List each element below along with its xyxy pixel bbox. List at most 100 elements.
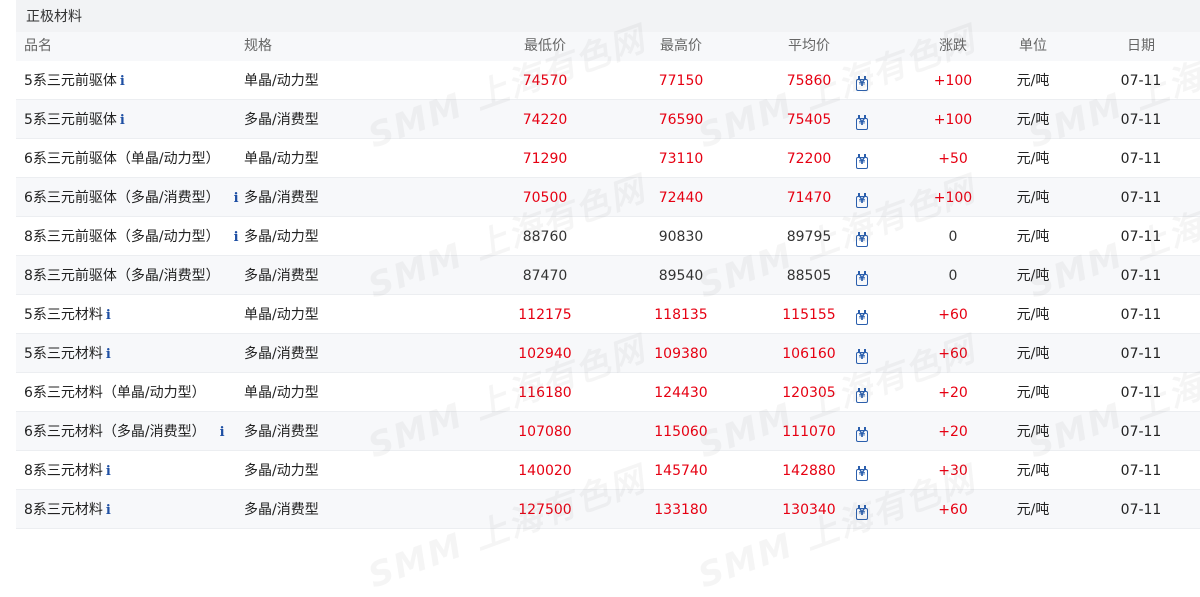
product-name-text[interactable]: 8系三元材料: [24, 502, 103, 518]
high-price: 89540: [658, 268, 704, 284]
date: 07-11: [1120, 112, 1162, 128]
avg-price: 106160: [782, 346, 836, 362]
calendar-price-icon[interactable]: ¥: [852, 412, 872, 450]
product-name[interactable]: 5系三元前驱体 i: [24, 61, 125, 99]
info-icon[interactable]: i: [220, 425, 225, 440]
low-price: 71290: [522, 151, 568, 167]
product-name[interactable]: 6系三元材料（多晶/消费型） i: [24, 412, 225, 450]
low-price: 127500: [518, 502, 572, 518]
calendar-icon[interactable]: ¥: [856, 154, 868, 169]
info-icon[interactable]: i: [234, 191, 239, 206]
product-name[interactable]: 6系三元前驱体（多晶/消费型） i: [24, 178, 239, 216]
product-name-text[interactable]: 8系三元前驱体（多晶/动力型）: [24, 229, 220, 245]
high-price: 109380: [654, 346, 708, 362]
product-name-text[interactable]: 6系三元前驱体（多晶/消费型）: [24, 190, 220, 206]
product-name[interactable]: 6系三元前驱体（单晶/动力型）: [24, 139, 220, 177]
calendar-price-icon[interactable]: ¥: [852, 217, 872, 255]
product-name[interactable]: 8系三元材料 i: [24, 451, 111, 489]
table-row[interactable]: 5系三元材料 i 单晶/动力型 112175 118135 115155 ¥ +60 元/吨 07…: [16, 295, 1200, 334]
calendar-icon[interactable]: ¥: [856, 427, 868, 442]
table-row[interactable]: 8系三元材料 i 多晶/消费型 127500 133180 130340 ¥ +60 元/吨 07…: [16, 490, 1200, 529]
avg-price: 111070: [782, 424, 836, 440]
table-row[interactable]: 5系三元前驱体 i 单晶/动力型 74570 77150 75860 ¥ +100 元/吨 07-…: [16, 61, 1200, 100]
product-name-text[interactable]: 6系三元材料（多晶/消费型）: [24, 424, 206, 440]
col-header-name: 品名: [24, 38, 52, 54]
high-price: 73110: [658, 151, 704, 167]
product-name[interactable]: 8系三元材料 i: [24, 490, 111, 528]
product-name[interactable]: 6系三元材料（单晶/动力型）: [24, 373, 206, 411]
product-name-text[interactable]: 5系三元前驱体: [24, 112, 117, 128]
calendar-icon[interactable]: ¥: [856, 232, 868, 247]
calendar-icon[interactable]: ¥: [856, 466, 868, 481]
table-row[interactable]: 5系三元前驱体 i 多晶/消费型 74220 76590 75405 ¥ +100 元/吨 07-…: [16, 100, 1200, 139]
calendar-price-icon[interactable]: ¥: [852, 451, 872, 489]
table-row[interactable]: 8系三元材料 i 多晶/动力型 140020 145740 142880 ¥ +30 元/吨 07…: [16, 451, 1200, 490]
col-header-high: 最高价: [660, 38, 702, 54]
unit: 元/吨: [1016, 346, 1050, 362]
calendar-icon[interactable]: ¥: [856, 115, 868, 130]
high-price: 72440: [658, 190, 704, 206]
calendar-icon[interactable]: ¥: [856, 271, 868, 286]
table-row[interactable]: 6系三元材料（多晶/消费型） i 多晶/消费型 107080 115060 111070 ¥…: [16, 412, 1200, 451]
calendar-price-icon[interactable]: ¥: [852, 256, 872, 294]
table-row[interactable]: 8系三元前驱体（多晶/动力型） i 多晶/动力型 88760 90830 89795 ¥0 元…: [16, 217, 1200, 256]
date: 07-11: [1120, 73, 1162, 89]
spec: 多晶/动力型: [244, 463, 319, 479]
spec: 多晶/消费型: [244, 112, 319, 128]
date: 07-11: [1120, 307, 1162, 323]
product-name-text[interactable]: 5系三元材料: [24, 307, 103, 323]
info-icon[interactable]: i: [120, 113, 125, 128]
info-icon[interactable]: i: [106, 464, 111, 479]
calendar-icon[interactable]: ¥: [856, 349, 868, 364]
unit: 元/吨: [1016, 307, 1050, 323]
low-price: 70500: [522, 190, 568, 206]
product-name[interactable]: 8系三元前驱体（多晶/动力型） i: [24, 217, 239, 255]
avg-price: 75860: [786, 73, 832, 89]
calendar-price-icon[interactable]: ¥: [852, 334, 872, 372]
calendar-price-icon[interactable]: ¥: [852, 139, 872, 177]
calendar-price-icon[interactable]: ¥: [852, 295, 872, 333]
table-row[interactable]: 5系三元材料 i 多晶/消费型 102940 109380 106160 ¥ +60 元/吨 07…: [16, 334, 1200, 373]
info-icon[interactable]: i: [106, 347, 111, 362]
table-row[interactable]: 6系三元前驱体（多晶/消费型） i 多晶/消费型 70500 72440 71470 ¥ +1…: [16, 178, 1200, 217]
low-price: 87470: [522, 268, 568, 284]
calendar-icon[interactable]: ¥: [856, 505, 868, 520]
product-name[interactable]: 5系三元前驱体 i: [24, 100, 125, 138]
spec: 单晶/动力型: [244, 307, 319, 323]
low-price: 74220: [522, 112, 568, 128]
calendar-icon[interactable]: ¥: [856, 193, 868, 208]
product-name-text[interactable]: 8系三元材料: [24, 463, 103, 479]
product-name-text[interactable]: 5系三元前驱体: [24, 73, 117, 89]
calendar-price-icon[interactable]: ¥: [852, 490, 872, 528]
product-name[interactable]: 8系三元前驱体（多晶/消费型）: [24, 256, 220, 294]
unit: 元/吨: [1016, 112, 1050, 128]
calendar-icon[interactable]: ¥: [856, 310, 868, 325]
info-icon[interactable]: i: [106, 503, 111, 518]
product-name-text[interactable]: 6系三元材料（单晶/动力型）: [24, 385, 206, 401]
product-name[interactable]: 5系三元材料 i: [24, 295, 111, 333]
avg-price: 88505: [786, 268, 832, 284]
calendar-price-icon[interactable]: ¥: [852, 178, 872, 216]
product-name-text[interactable]: 8系三元前驱体（多晶/消费型）: [24, 268, 220, 284]
info-icon[interactable]: i: [234, 230, 239, 245]
info-icon[interactable]: i: [106, 308, 111, 323]
product-name[interactable]: 5系三元材料 i: [24, 334, 111, 372]
calendar-icon[interactable]: ¥: [856, 388, 868, 403]
unit: 元/吨: [1016, 73, 1050, 89]
calendar-price-icon[interactable]: ¥: [852, 100, 872, 138]
calendar-icon[interactable]: ¥: [856, 76, 868, 91]
calendar-price-icon[interactable]: ¥: [852, 373, 872, 411]
date: 07-11: [1120, 385, 1162, 401]
avg-price: 75405: [786, 112, 832, 128]
spec: 多晶/消费型: [244, 502, 319, 518]
avg-price: 120305: [782, 385, 836, 401]
product-name-text[interactable]: 5系三元材料: [24, 346, 103, 362]
product-name-text[interactable]: 6系三元前驱体（单晶/动力型）: [24, 151, 220, 167]
table-row[interactable]: 6系三元前驱体（单晶/动力型） 单晶/动力型 71290 73110 72200 ¥ +50…: [16, 139, 1200, 178]
info-icon[interactable]: i: [120, 74, 125, 89]
spec: 多晶/消费型: [244, 190, 319, 206]
calendar-price-icon[interactable]: ¥: [852, 61, 872, 99]
high-price: 124430: [654, 385, 708, 401]
table-row[interactable]: 8系三元前驱体（多晶/消费型） 多晶/消费型 87470 89540 88505 ¥0 元/…: [16, 256, 1200, 295]
table-row[interactable]: 6系三元材料（单晶/动力型） 单晶/动力型 116180 124430 120305 ¥ +…: [16, 373, 1200, 412]
